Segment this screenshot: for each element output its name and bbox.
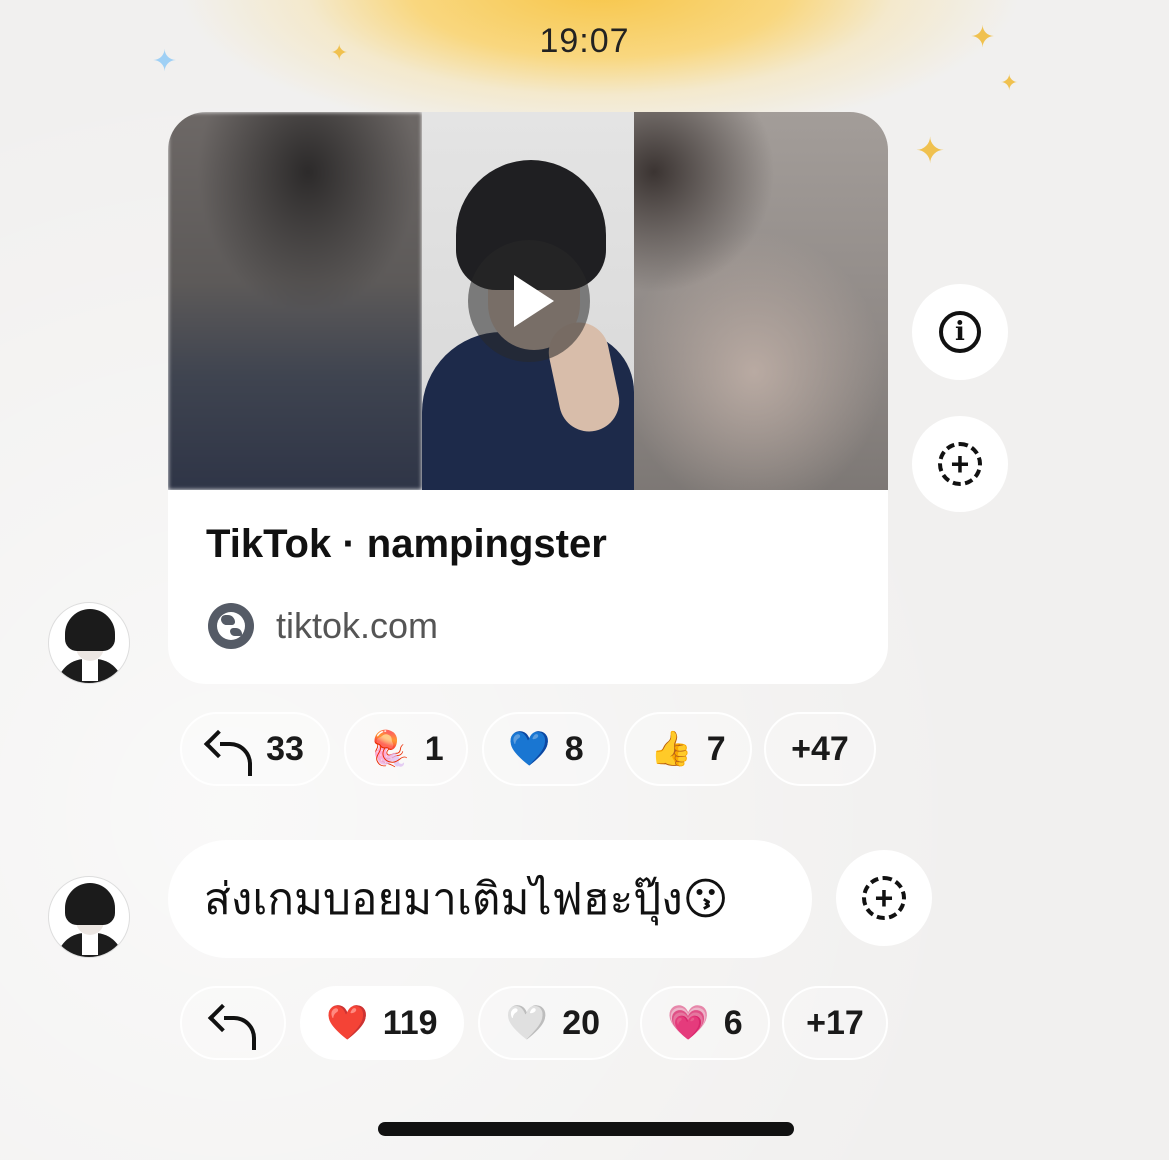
pink-heart-emoji-icon: 💗 bbox=[667, 1003, 710, 1043]
sparkle-icon: ✦ bbox=[330, 40, 349, 65]
reply-count: 33 bbox=[266, 729, 304, 768]
reply-count-button[interactable]: 33 bbox=[180, 712, 330, 786]
video-thumbnail[interactable] bbox=[168, 112, 888, 490]
reaction-blue-heart[interactable]: 💙 8 bbox=[482, 712, 610, 786]
play-icon[interactable] bbox=[468, 240, 590, 362]
reaction-pink-heart[interactable]: 💗 6 bbox=[640, 986, 770, 1060]
info-icon: i bbox=[939, 311, 981, 353]
card-source: tiktok.com bbox=[208, 598, 438, 654]
jellyfish-emoji-icon: 🪼 bbox=[368, 729, 411, 769]
reaction-count: 7 bbox=[706, 729, 726, 768]
avatar-collar bbox=[82, 933, 98, 955]
globe-icon bbox=[208, 603, 254, 649]
reaction-thumbs-up[interactable]: 👍 7 bbox=[624, 712, 752, 786]
sparkle-icon: ✦ bbox=[152, 45, 178, 78]
reaction-count: 8 bbox=[564, 729, 584, 768]
reaction-count: 119 bbox=[382, 1003, 438, 1042]
more-reactions-button[interactable]: +47 bbox=[764, 712, 876, 786]
reaction-jellyfish[interactable]: 🪼 1 bbox=[344, 712, 468, 786]
more-reactions-button[interactable]: +17 bbox=[782, 986, 888, 1060]
more-reactions-count: +17 bbox=[806, 1003, 864, 1042]
blue-heart-emoji-icon: 💙 bbox=[508, 729, 551, 769]
add-reaction-button[interactable]: + bbox=[912, 416, 1008, 512]
red-heart-emoji-icon: ❤️ bbox=[326, 1003, 369, 1043]
add-reaction-button[interactable]: + bbox=[836, 850, 932, 946]
avatar[interactable] bbox=[48, 876, 130, 958]
add-reaction-icon: + bbox=[938, 442, 982, 486]
avatar-collar bbox=[82, 659, 98, 681]
message-bubble[interactable]: ส่งเกมบอยมาเติมไฟฮะปุ๊ง😗 bbox=[168, 840, 812, 958]
avatar-hair bbox=[65, 609, 115, 651]
card-title: TikTok · nampingster bbox=[206, 522, 607, 566]
reply-button[interactable] bbox=[180, 986, 286, 1060]
thumbs-up-emoji-icon: 👍 bbox=[650, 729, 693, 769]
sparkle-icon: ✦ bbox=[970, 21, 996, 54]
reaction-count: 6 bbox=[723, 1003, 743, 1042]
thumbnail-blur-left bbox=[168, 112, 422, 490]
reaction-white-heart[interactable]: 🤍 20 bbox=[478, 986, 628, 1060]
message-text: ส่งเกมบอยมาเติมไฟฮะปุ๊ง😗 bbox=[204, 874, 729, 925]
sparkle-icon: ✦ bbox=[1000, 70, 1019, 95]
card-source-domain: tiktok.com bbox=[276, 605, 439, 646]
thumbnail-blur-right bbox=[634, 112, 888, 490]
info-button[interactable]: i bbox=[912, 284, 1008, 380]
sparkle-icon: ✦ bbox=[915, 130, 946, 171]
reaction-red-heart[interactable]: ❤️ 119 bbox=[300, 986, 464, 1060]
add-reaction-icon: + bbox=[862, 876, 906, 920]
reply-icon bbox=[210, 1006, 256, 1050]
link-preview-card[interactable]: TikTok · nampingster tiktok.com bbox=[168, 112, 888, 684]
reaction-count: 1 bbox=[424, 729, 444, 768]
avatar-hair bbox=[65, 883, 115, 925]
home-indicator[interactable] bbox=[378, 1122, 794, 1136]
reply-icon bbox=[206, 732, 253, 776]
white-heart-emoji-icon: 🤍 bbox=[505, 1003, 549, 1043]
avatar[interactable] bbox=[48, 602, 130, 684]
reaction-count: 20 bbox=[562, 1003, 601, 1042]
more-reactions-count: +47 bbox=[791, 729, 849, 768]
